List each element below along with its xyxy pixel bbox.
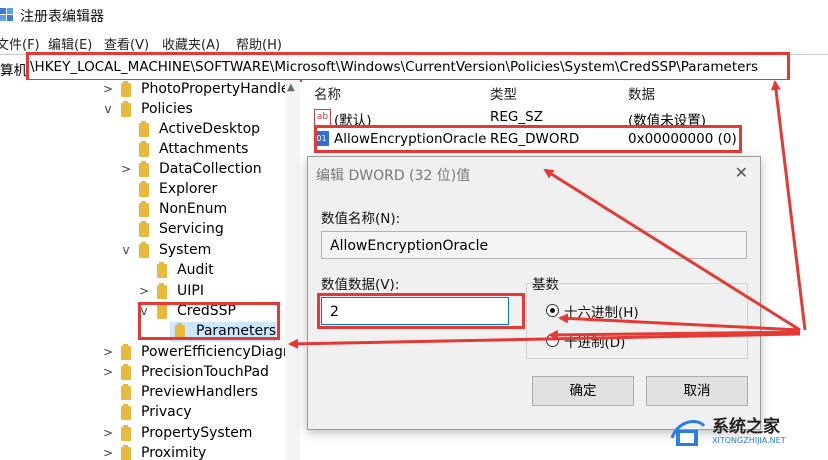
watermark: 系统之家 XITONGZHIJIA.NET — [668, 408, 828, 460]
arrow-to-address-bar — [770, 80, 807, 331]
watermark-text: 系统之家 — [712, 417, 780, 437]
watermark-subtext: XITONGZHIJIA.NET — [712, 436, 786, 445]
arrow-to-value-row — [543, 168, 801, 332]
arrow-to-hex-radio — [558, 313, 801, 332]
watermark-logo-icon — [670, 420, 706, 446]
arrow-to-parameters — [288, 332, 801, 349]
annotation-arrows — [288, 80, 807, 349]
